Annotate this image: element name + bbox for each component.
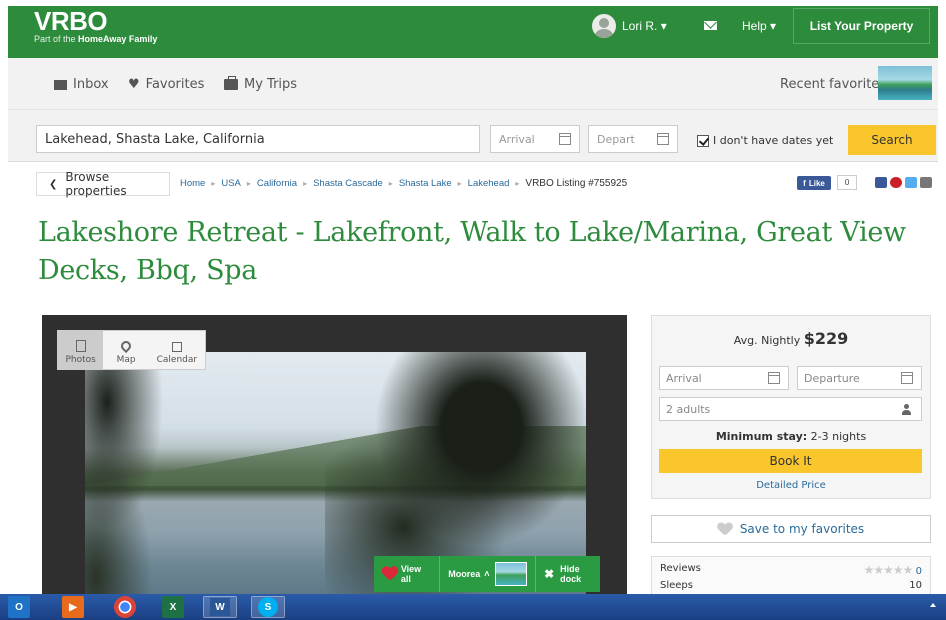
nav-my-trips[interactable]: My Trips — [224, 76, 297, 92]
heart-icon: ♥ — [128, 77, 140, 92]
briefcase-icon — [224, 76, 238, 90]
user-menu[interactable]: Lori R. ▾ — [622, 19, 667, 33]
mail-icon[interactable] — [704, 21, 717, 30]
facebook-share-icon[interactable] — [875, 177, 887, 188]
depart-date-input[interactable]: Depart — [588, 125, 678, 153]
twitter-icon[interactable] — [905, 177, 917, 188]
help-menu[interactable]: Help ▾ — [742, 19, 776, 33]
calendar-icon — [901, 372, 913, 384]
recent-favorite-thumbnail[interactable] — [878, 66, 932, 100]
browse-properties-button[interactable]: ❮ Browse properties — [36, 170, 170, 198]
calendar-icon — [171, 342, 182, 352]
share-icons — [875, 177, 932, 188]
heart-icon — [382, 567, 397, 581]
listing-title: Lakeshore Retreat - Lakefront, Walk to L… — [38, 217, 906, 286]
save-to-favorites-button[interactable]: Save to my favorites — [651, 515, 931, 543]
user-avatar-icon[interactable] — [592, 14, 616, 38]
outlook-icon[interactable]: O — [8, 596, 30, 618]
location-search-input[interactable] — [36, 125, 480, 153]
book-it-button[interactable]: Book It — [659, 449, 922, 473]
tab-photos[interactable]: Photos — [58, 331, 104, 369]
breadcrumb-item[interactable]: USA — [221, 178, 241, 189]
chevron-up-icon[interactable]: ˄ — [484, 569, 489, 579]
breadcrumb-item[interactable]: California — [257, 178, 297, 189]
favorites-dock: View all Moorea ˄ ✖ Hide dock — [374, 556, 600, 592]
arrival-input[interactable]: Arrival — [659, 366, 789, 390]
excel-icon[interactable]: X — [162, 596, 184, 618]
star-rating-icon: ★★★★★ — [863, 563, 914, 577]
chevron-left-icon: ❮ — [49, 178, 58, 190]
dock-thumbnail[interactable] — [495, 562, 528, 586]
tab-calendar[interactable]: Calendar — [149, 331, 205, 369]
chevron-down-icon: ▾ — [660, 19, 667, 33]
show-hidden-icons-icon[interactable] — [930, 603, 936, 607]
email-share-icon[interactable] — [920, 177, 932, 188]
hide-dock-button[interactable]: Hide dock — [560, 564, 600, 584]
envelope-icon — [54, 79, 67, 90]
chevron-down-icon: ▾ — [770, 19, 777, 33]
breadcrumb-item[interactable]: Shasta Lake — [399, 178, 452, 189]
breadcrumb-item[interactable]: Lakehead — [468, 178, 510, 189]
avg-nightly-price: Avg. Nightly $229 — [733, 329, 849, 348]
detailed-price-link[interactable]: Detailed Price — [651, 480, 931, 491]
map-pin-icon — [118, 338, 134, 354]
dock-view-all[interactable]: View all — [401, 564, 431, 584]
no-dates-checkbox[interactable] — [697, 135, 709, 147]
facebook-like-button[interactable]: f Like — [797, 176, 831, 190]
reviews-row[interactable]: Reviews ★★★★★ 0 — [660, 563, 922, 577]
logo-subtitle: Part of the HomeAway Family — [34, 34, 158, 44]
guests-select[interactable]: 2 adults — [659, 397, 922, 421]
search-button[interactable]: Search — [848, 125, 936, 155]
arrival-date-input[interactable]: Arrival — [490, 125, 580, 153]
departure-input[interactable]: Departure — [797, 366, 922, 390]
photos-icon — [75, 340, 86, 352]
media-icon[interactable]: ▶ — [62, 596, 84, 618]
no-dates-label[interactable]: I don't have dates yet — [713, 134, 833, 147]
breadcrumb: Home ▸ USA ▸ California ▸ Shasta Cascade ▸ S… — [180, 178, 628, 189]
chrome-icon[interactable] — [114, 596, 136, 618]
tab-map[interactable]: Map — [103, 331, 148, 369]
calendar-icon — [768, 372, 780, 384]
skype-icon[interactable]: S — [251, 596, 285, 618]
close-icon[interactable]: ✖ — [544, 567, 554, 581]
nav-inbox[interactable]: Inbox — [54, 77, 109, 92]
sleeps-row: Sleeps 10 — [660, 580, 922, 591]
minimum-stay: Minimum stay: 2-3 nights — [715, 430, 867, 443]
breadcrumb-item[interactable]: Home — [180, 178, 205, 189]
pinterest-icon[interactable] — [890, 177, 902, 188]
viewer-tabs: Photos Map Calendar — [57, 330, 206, 370]
calendar-icon — [657, 133, 669, 145]
breadcrumb-item[interactable]: Shasta Cascade — [313, 178, 383, 189]
vrbo-logo[interactable]: VRBO — [34, 6, 108, 37]
like-count: 0 — [837, 175, 857, 190]
word-icon[interactable]: W — [203, 596, 237, 618]
calendar-icon — [559, 133, 571, 145]
heart-icon — [718, 523, 732, 535]
recent-favorites-label[interactable]: Recent favorites — [780, 77, 886, 92]
breadcrumb-current: VRBO Listing #755925 — [525, 178, 628, 189]
dock-location[interactable]: Moorea — [448, 569, 480, 579]
list-your-property-button[interactable]: List Your Property — [793, 8, 930, 44]
nav-favorites[interactable]: ♥ Favorites — [128, 77, 204, 92]
windows-taskbar — [0, 594, 946, 620]
guests-icon — [901, 404, 913, 415]
